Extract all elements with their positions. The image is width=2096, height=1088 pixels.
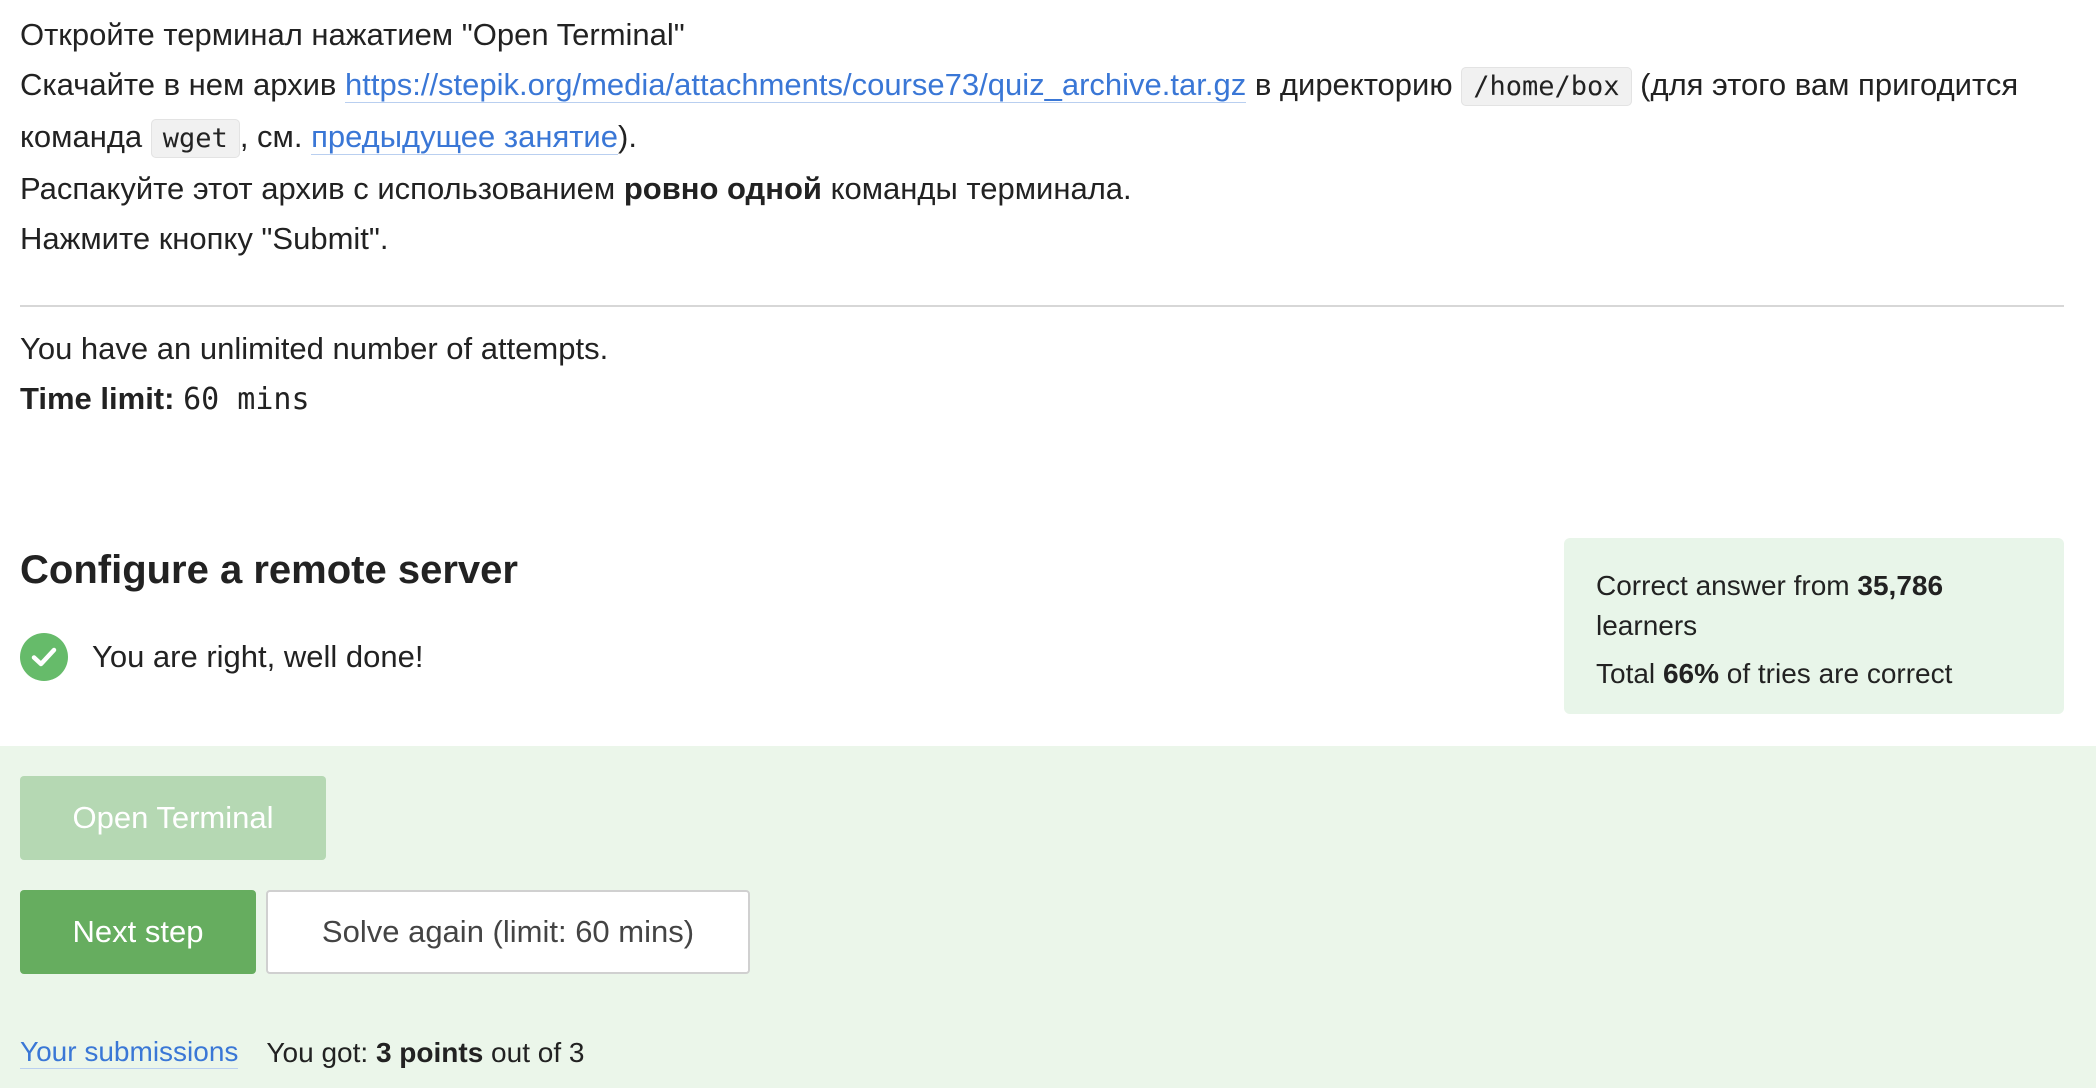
time-limit: Time limit: 60 mins	[20, 374, 608, 425]
command-code: wget	[150, 119, 240, 158]
check-circle-icon	[20, 633, 68, 681]
score-text: You got: 3 points out of 3	[266, 1036, 585, 1068]
previous-lesson-link[interactable]: предыдущее занятие	[311, 119, 618, 155]
correct-tries-stat: Total 66% of tries are correct	[1596, 658, 1953, 689]
learners-count: 35,786	[1857, 570, 1944, 601]
next-step-button[interactable]: Next step	[20, 890, 256, 974]
section-divider	[20, 305, 2064, 307]
attempts-info: You have an unlimited number of attempts…	[20, 324, 608, 425]
step-instructions: Откройте терминал нажатием "Open Termina…	[20, 10, 2060, 264]
time-limit-label: Time limit:	[20, 381, 175, 416]
stats-panel: Correct answer from 35,786 learners Tota…	[1564, 538, 2064, 714]
step-title: Configure a remote server	[20, 548, 518, 592]
time-limit-value: 60 mins	[183, 382, 310, 417]
directory-code: /home/box	[1461, 67, 1632, 106]
action-area: Open Terminal Next step Solve again (lim…	[0, 746, 2096, 1088]
instruction-line-4: Нажмите кнопку "Submit".	[20, 221, 389, 256]
correct-learners-stat: Correct answer from 35,786 learners	[1596, 570, 1944, 641]
correct-percent: 66%	[1662, 658, 1719, 689]
result-message: You are right, well done!	[92, 639, 424, 674]
step-page: Откройте терминал нажатием "Open Termina…	[0, 0, 2096, 1088]
instruction-line-3: Распакуйте этот архив с использованием р…	[20, 171, 1132, 206]
result-status: You are right, well done!	[20, 633, 423, 681]
attempts-text: You have an unlimited number of attempts…	[20, 331, 609, 366]
archive-link[interactable]: https://stepik.org/media/attachments/cou…	[345, 67, 1247, 103]
solve-again-button[interactable]: Solve again (limit: 60 mins)	[266, 890, 750, 974]
check-mark-icon	[31, 647, 57, 667]
your-submissions-link[interactable]: Your submissions	[20, 1036, 239, 1069]
submission-footer: Your submissions You got: 3 points out o…	[20, 1036, 584, 1069]
instruction-line-1: Откройте терминал нажатием "Open Termina…	[20, 17, 685, 52]
open-terminal-button[interactable]: Open Terminal	[20, 776, 326, 860]
score-points: 3 points	[375, 1036, 484, 1068]
instruction-line-2: Скачайте в нем архив https://stepik.org/…	[20, 60, 2060, 164]
